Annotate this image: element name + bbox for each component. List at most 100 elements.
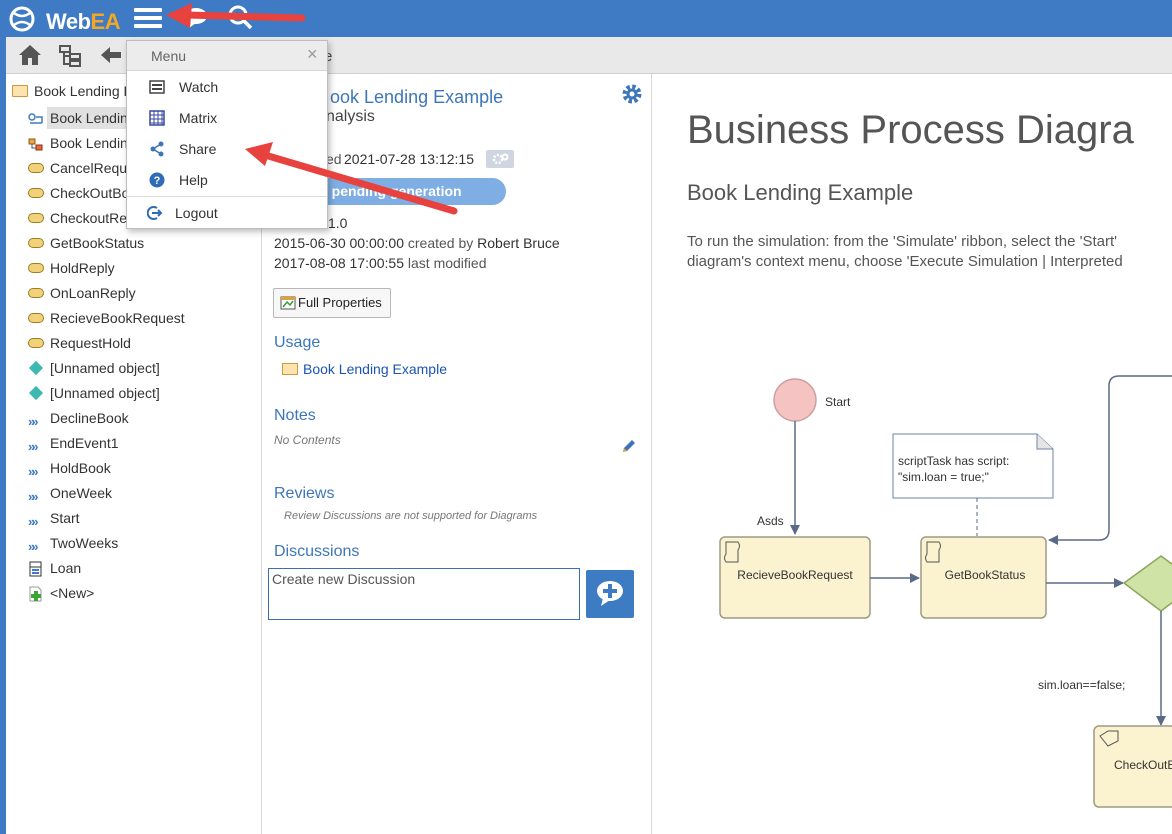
hamburger-menu-button[interactable]: [134, 5, 162, 31]
webea-logo-icon: [9, 6, 35, 32]
new-discussion-input[interactable]: Create new Discussion: [268, 568, 580, 620]
back-arrow-icon[interactable]: [99, 45, 123, 68]
modified-line: 2017-08-08 17:00:55 last modified: [274, 255, 487, 271]
task-checkout-book[interactable]: CheckOutB: [1093, 725, 1172, 808]
tree-item[interactable]: CancelReque: [28, 157, 135, 179]
tree-item[interactable]: RequestHold: [28, 332, 131, 354]
browser-tree-icon[interactable]: [58, 44, 84, 71]
top-bar: WebEA: [0, 0, 1172, 37]
script-note[interactable]: scriptTask has script: "sim.loan = true;…: [892, 433, 1054, 499]
bpmn-diagram-icon: [28, 111, 44, 125]
discussions-icon[interactable]: [183, 6, 209, 31]
created-line: 2015-06-30 00:00:00 created by Robert Br…: [274, 235, 560, 251]
watch-icon: [149, 79, 165, 95]
generate-settings-icon[interactable]: [486, 150, 514, 168]
usage-heading: Usage: [274, 334, 321, 351]
matrix-icon: [149, 109, 165, 126]
discussions-heading: Discussions: [274, 543, 360, 560]
tree-item[interactable]: »» HoldBook: [28, 457, 111, 479]
svg-text:RecieveBookRequest: RecieveBookRequest: [737, 568, 853, 582]
tree-item[interactable]: RecieveBookRequest: [28, 307, 185, 329]
element-name: ook Lending Example: [330, 87, 504, 107]
message-icon: [28, 263, 44, 273]
tree-item[interactable]: Loan: [28, 557, 81, 579]
flow-icon: »»: [28, 439, 38, 454]
share-icon: [149, 141, 165, 157]
version-value: 1.0: [328, 215, 348, 231]
tree-item[interactable]: HoldReply: [28, 257, 115, 279]
home-icon[interactable]: [17, 43, 43, 70]
svg-text:"sim.loan = true;": "sim.loan = true;": [898, 470, 989, 484]
tree-item-root[interactable]: Book Lending E: [12, 80, 133, 102]
tree-item[interactable]: [Unnamed object]: [28, 357, 160, 379]
tree-item[interactable]: »» OneWeek: [28, 482, 112, 504]
class-icon: [28, 561, 44, 577]
logout-icon: [146, 205, 163, 221]
tree-item[interactable]: »» TwoWeeks: [28, 532, 118, 554]
main-menu-dropdown: Menu × Watch Matrix Share ? Help Logout: [126, 40, 328, 229]
bpmn-diagram-canvas: Start Asds scriptTask has script: "sim.l…: [719, 375, 1172, 808]
message-icon: [28, 163, 44, 173]
flow-icon: »»: [28, 514, 38, 529]
menu-item-watch[interactable]: Watch: [127, 71, 327, 102]
menu-title: Menu: [151, 48, 187, 64]
svg-text:?: ?: [154, 175, 161, 187]
start-label: Start: [825, 395, 851, 409]
message-icon: [28, 313, 44, 323]
package-diagram-icon: [28, 136, 44, 151]
edit-pencil-icon[interactable]: [620, 437, 638, 458]
flow-icon: »»: [28, 414, 38, 429]
reviews-heading: Reviews: [274, 485, 335, 502]
add-discussion-button[interactable]: [586, 570, 634, 618]
menu-item-help[interactable]: ? Help: [127, 164, 327, 195]
modified-value: 2021-07-28 13:12:15: [344, 151, 474, 167]
tree-item[interactable]: GetBookStatus: [28, 232, 144, 254]
close-icon[interactable]: ×: [307, 44, 318, 65]
menu-item-share[interactable]: Share: [127, 133, 327, 164]
message-icon: [28, 188, 44, 198]
tree-item[interactable]: »» DeclineBook: [28, 407, 129, 429]
menu-item-matrix[interactable]: Matrix: [127, 102, 327, 133]
condition-label: sim.loan==false;: [1038, 678, 1125, 692]
new-icon: [28, 586, 44, 602]
message-icon: [28, 338, 44, 348]
message-icon: [28, 288, 44, 298]
usage-link[interactable]: Book Lending Example: [282, 361, 447, 377]
modified-label: ed: [326, 151, 342, 167]
tree-item-package-diagram[interactable]: Book Lending: [28, 132, 136, 154]
task-get-book-status[interactable]: GetBookStatus: [920, 536, 1047, 619]
tree-item-bpmn-diagram[interactable]: Book Lending: [28, 107, 139, 129]
diagram-panel: Business Process Diagra Book Lending Exa…: [653, 74, 1172, 834]
logo-text: WebEA: [46, 9, 121, 34]
flow-icon: »»: [28, 464, 38, 479]
webea-logo[interactable]: WebEA: [8, 5, 121, 34]
notes-heading: Notes: [274, 407, 316, 424]
folder-icon: [282, 363, 298, 375]
exclusive-gateway[interactable]: [1122, 555, 1172, 612]
tree-item[interactable]: »» Start: [28, 507, 80, 529]
edge-label-asds: Asds: [757, 514, 784, 528]
message-icon: [28, 238, 44, 248]
start-event[interactable]: [773, 378, 817, 422]
diamond-icon: [28, 385, 44, 401]
svg-text:CheckOutB: CheckOutB: [1114, 758, 1172, 772]
flow-icon: »»: [28, 489, 38, 504]
tree-item-new[interactable]: <New>: [28, 582, 94, 604]
svg-text:scriptTask has script:: scriptTask has script:: [898, 454, 1009, 468]
full-properties-button[interactable]: Full Properties: [273, 288, 391, 318]
tree-item[interactable]: [Unnamed object]: [28, 382, 160, 404]
tree-item[interactable]: CheckoutRe: [28, 207, 127, 229]
tree-item[interactable]: OnLoanReply: [28, 282, 136, 304]
element-type: nalysis: [326, 108, 375, 125]
menu-item-logout[interactable]: Logout: [127, 197, 327, 228]
search-icon[interactable]: [226, 4, 254, 35]
task-recieve-book-request[interactable]: RecieveBookRequest: [719, 536, 871, 619]
message-icon: [28, 213, 44, 223]
flow-icon: »»: [28, 539, 38, 554]
folder-icon: [12, 85, 28, 97]
notes-value: No Contents: [274, 433, 341, 447]
gear-icon[interactable]: [620, 82, 644, 109]
tree-item[interactable]: »» EndEvent1: [28, 432, 119, 454]
chat-plus-icon: [597, 581, 623, 606]
tree-item[interactable]: CheckOutBo: [28, 182, 129, 204]
